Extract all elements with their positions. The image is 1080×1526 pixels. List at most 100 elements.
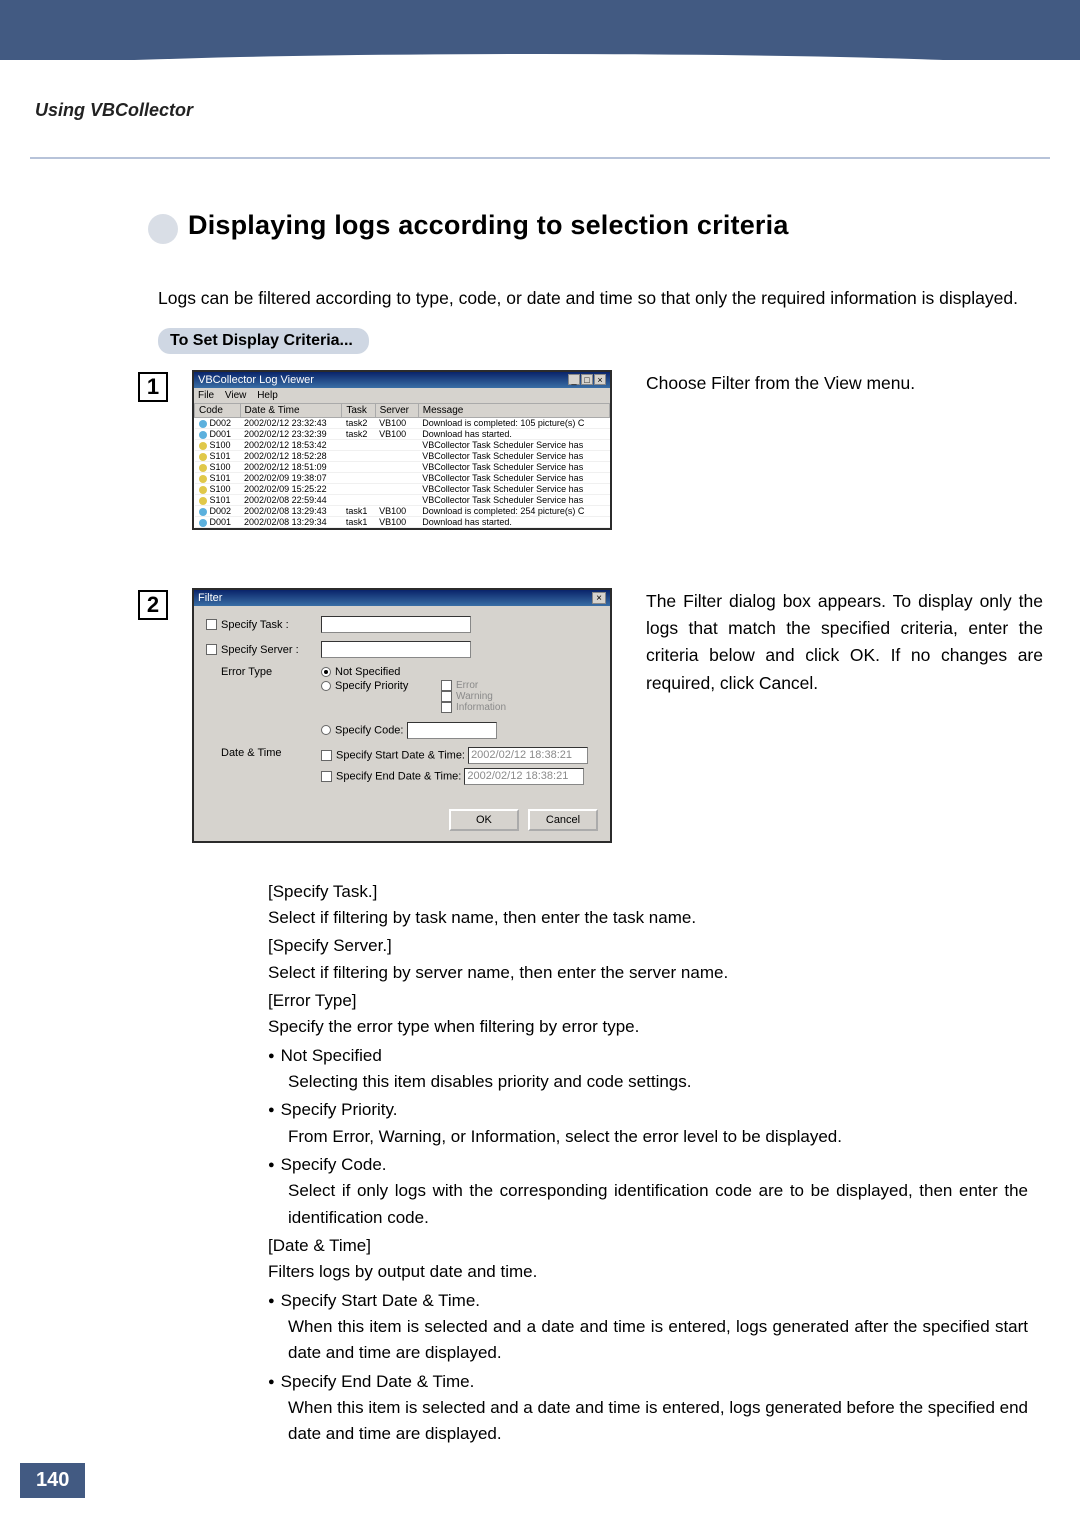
cell-message: VBCollector Task Scheduler Service has bbox=[418, 484, 609, 495]
cell-task: task2 bbox=[342, 418, 375, 429]
cell-task: task1 bbox=[342, 506, 375, 517]
cell-server bbox=[375, 473, 418, 484]
specify-priority-radio[interactable] bbox=[321, 681, 331, 691]
start-date-desc: When this item is selected and a date an… bbox=[288, 1314, 1028, 1367]
table-row[interactable]: D0022002/02/08 13:29:43task1VB100Downloa… bbox=[195, 506, 610, 517]
cell-server bbox=[375, 451, 418, 462]
specify-code-radio[interactable] bbox=[321, 725, 331, 735]
cell-code: S100 bbox=[195, 440, 241, 451]
cell-date: 2002/02/09 19:38:07 bbox=[240, 473, 342, 484]
log-table: Code Date & Time Task Server Message D00… bbox=[194, 403, 610, 528]
table-row[interactable]: S1012002/02/08 22:59:44VBCollector Task … bbox=[195, 495, 610, 506]
cell-task bbox=[342, 473, 375, 484]
end-date-bullet: Specify End Date & Time. bbox=[268, 1369, 1028, 1395]
specify-task-field[interactable] bbox=[321, 616, 471, 633]
cell-date: 2002/02/09 15:25:22 bbox=[240, 484, 342, 495]
ok-button[interactable]: OK bbox=[449, 809, 519, 831]
specify-server-field[interactable] bbox=[321, 641, 471, 658]
step-number: 2 bbox=[138, 590, 168, 620]
table-row[interactable]: S1012002/02/09 19:38:07 VBCollector Task … bbox=[195, 473, 610, 484]
specify-code-bullet: Specify Code. bbox=[268, 1152, 1028, 1178]
table-row[interactable]: S1002002/02/09 15:25:22 VBCollector Task … bbox=[195, 484, 610, 495]
start-date-checkbox[interactable] bbox=[321, 750, 332, 761]
end-date-checkbox[interactable] bbox=[321, 771, 332, 782]
error-type-label: Error Type bbox=[221, 666, 321, 678]
minimize-icon[interactable]: _ bbox=[568, 374, 580, 385]
cell-code: S101 bbox=[195, 451, 241, 462]
cell-task: task2 bbox=[342, 429, 375, 440]
table-row[interactable]: D0012002/02/08 13:29:34task1VB100Downloa… bbox=[195, 517, 610, 528]
filter-dialog: Filter × Specify Task : Specify Server : bbox=[192, 588, 612, 842]
specify-server-heading: [Specify Server.] bbox=[268, 933, 1028, 959]
step-2-text: The Filter dialog box appears. To displa… bbox=[646, 588, 1043, 697]
close-icon[interactable]: × bbox=[592, 592, 606, 604]
warning-chk-label: Warning bbox=[456, 691, 493, 702]
specify-task-heading: [Specify Task.] bbox=[268, 879, 1028, 905]
information-checkbox[interactable] bbox=[441, 702, 452, 713]
menu-view[interactable]: View bbox=[225, 390, 247, 401]
cell-code: D001 bbox=[195, 517, 241, 528]
cell-task bbox=[342, 440, 375, 451]
cell-message: Download is completed: 254 picture(s) C bbox=[418, 506, 609, 517]
warning-checkbox[interactable] bbox=[441, 691, 452, 702]
cell-code: S101 bbox=[195, 473, 241, 484]
maximize-icon[interactable]: □ bbox=[581, 374, 593, 385]
cell-code: S100 bbox=[195, 462, 241, 473]
log-window-title: VBCollector Log Viewer bbox=[198, 374, 314, 386]
cell-date: 2002/02/08 13:29:43 bbox=[240, 506, 342, 517]
window-controls: _□× bbox=[567, 374, 606, 386]
specify-code-field[interactable] bbox=[407, 722, 497, 739]
col-date[interactable]: Date & Time bbox=[240, 404, 342, 418]
cell-message: Download has started. bbox=[418, 517, 609, 528]
cell-task bbox=[342, 462, 375, 473]
col-task[interactable]: Task bbox=[342, 404, 375, 418]
cell-server: VB100 bbox=[375, 517, 418, 528]
cell-code: D002 bbox=[195, 506, 241, 517]
cancel-button[interactable]: Cancel bbox=[528, 809, 598, 831]
cell-task bbox=[342, 484, 375, 495]
cell-message: Download is completed: 105 picture(s) C bbox=[418, 418, 609, 429]
cell-code: S100 bbox=[195, 484, 241, 495]
menu-file[interactable]: File bbox=[198, 390, 214, 401]
specify-code-label: Specify Code: bbox=[335, 724, 403, 736]
specify-server-checkbox[interactable] bbox=[206, 644, 217, 655]
specify-task-checkbox[interactable] bbox=[206, 619, 217, 630]
close-icon[interactable]: × bbox=[594, 374, 606, 385]
error-type-heading: [Error Type] bbox=[268, 988, 1028, 1014]
table-row[interactable]: S1002002/02/12 18:51:09VBCollector Task … bbox=[195, 462, 610, 473]
date-time-desc: Filters logs by output date and time. bbox=[268, 1259, 1028, 1285]
filter-dialog-title: Filter bbox=[198, 592, 222, 604]
cell-date: 2002/02/08 22:59:44 bbox=[240, 495, 342, 506]
cell-message: VBCollector Task Scheduler Service has bbox=[418, 440, 609, 451]
start-date-field[interactable] bbox=[468, 747, 588, 764]
table-row[interactable]: S1012002/02/12 18:52:28VBCollector Task … bbox=[195, 451, 610, 462]
menu-help[interactable]: Help bbox=[257, 390, 278, 401]
end-date-label: Specify End Date & Time: bbox=[336, 770, 461, 782]
table-row[interactable]: D0022002/02/12 23:32:43task2VB100Downloa… bbox=[195, 418, 610, 429]
cell-server bbox=[375, 484, 418, 495]
intro-text: Logs can be filtered according to type, … bbox=[158, 285, 1043, 312]
cell-server bbox=[375, 440, 418, 451]
specify-priority-desc: From Error, Warning, or Information, sel… bbox=[288, 1124, 1028, 1150]
specify-priority-label: Specify Priority bbox=[335, 680, 408, 692]
page-title: Displaying logs according to selection c… bbox=[188, 210, 1043, 241]
error-checkbox[interactable] bbox=[441, 680, 452, 691]
table-row[interactable]: S1002002/02/12 18:53:42VBCollector Task … bbox=[195, 440, 610, 451]
cell-server: VB100 bbox=[375, 429, 418, 440]
not-specified-radio[interactable] bbox=[321, 667, 331, 677]
specify-server-label: Specify Server : bbox=[221, 644, 321, 656]
col-server[interactable]: Server bbox=[375, 404, 418, 418]
cell-message: VBCollector Task Scheduler Service has bbox=[418, 451, 609, 462]
table-row[interactable]: D0012002/02/12 23:32:39task2VB100Downloa… bbox=[195, 429, 610, 440]
cell-task bbox=[342, 451, 375, 462]
step-1: 1 VBCollector Log Viewer _□× File View H… bbox=[158, 370, 1043, 530]
page-number: 140 bbox=[20, 1463, 85, 1498]
col-code[interactable]: Code bbox=[195, 404, 241, 418]
col-message[interactable]: Message bbox=[418, 404, 609, 418]
cell-date: 2002/02/08 13:29:34 bbox=[240, 517, 342, 528]
not-specified-label: Not Specified bbox=[335, 666, 400, 678]
cell-message: VBCollector Task Scheduler Service has bbox=[418, 473, 609, 484]
cell-code: D002 bbox=[195, 418, 241, 429]
end-date-field[interactable] bbox=[464, 768, 584, 785]
cell-date: 2002/02/12 18:51:09 bbox=[240, 462, 342, 473]
